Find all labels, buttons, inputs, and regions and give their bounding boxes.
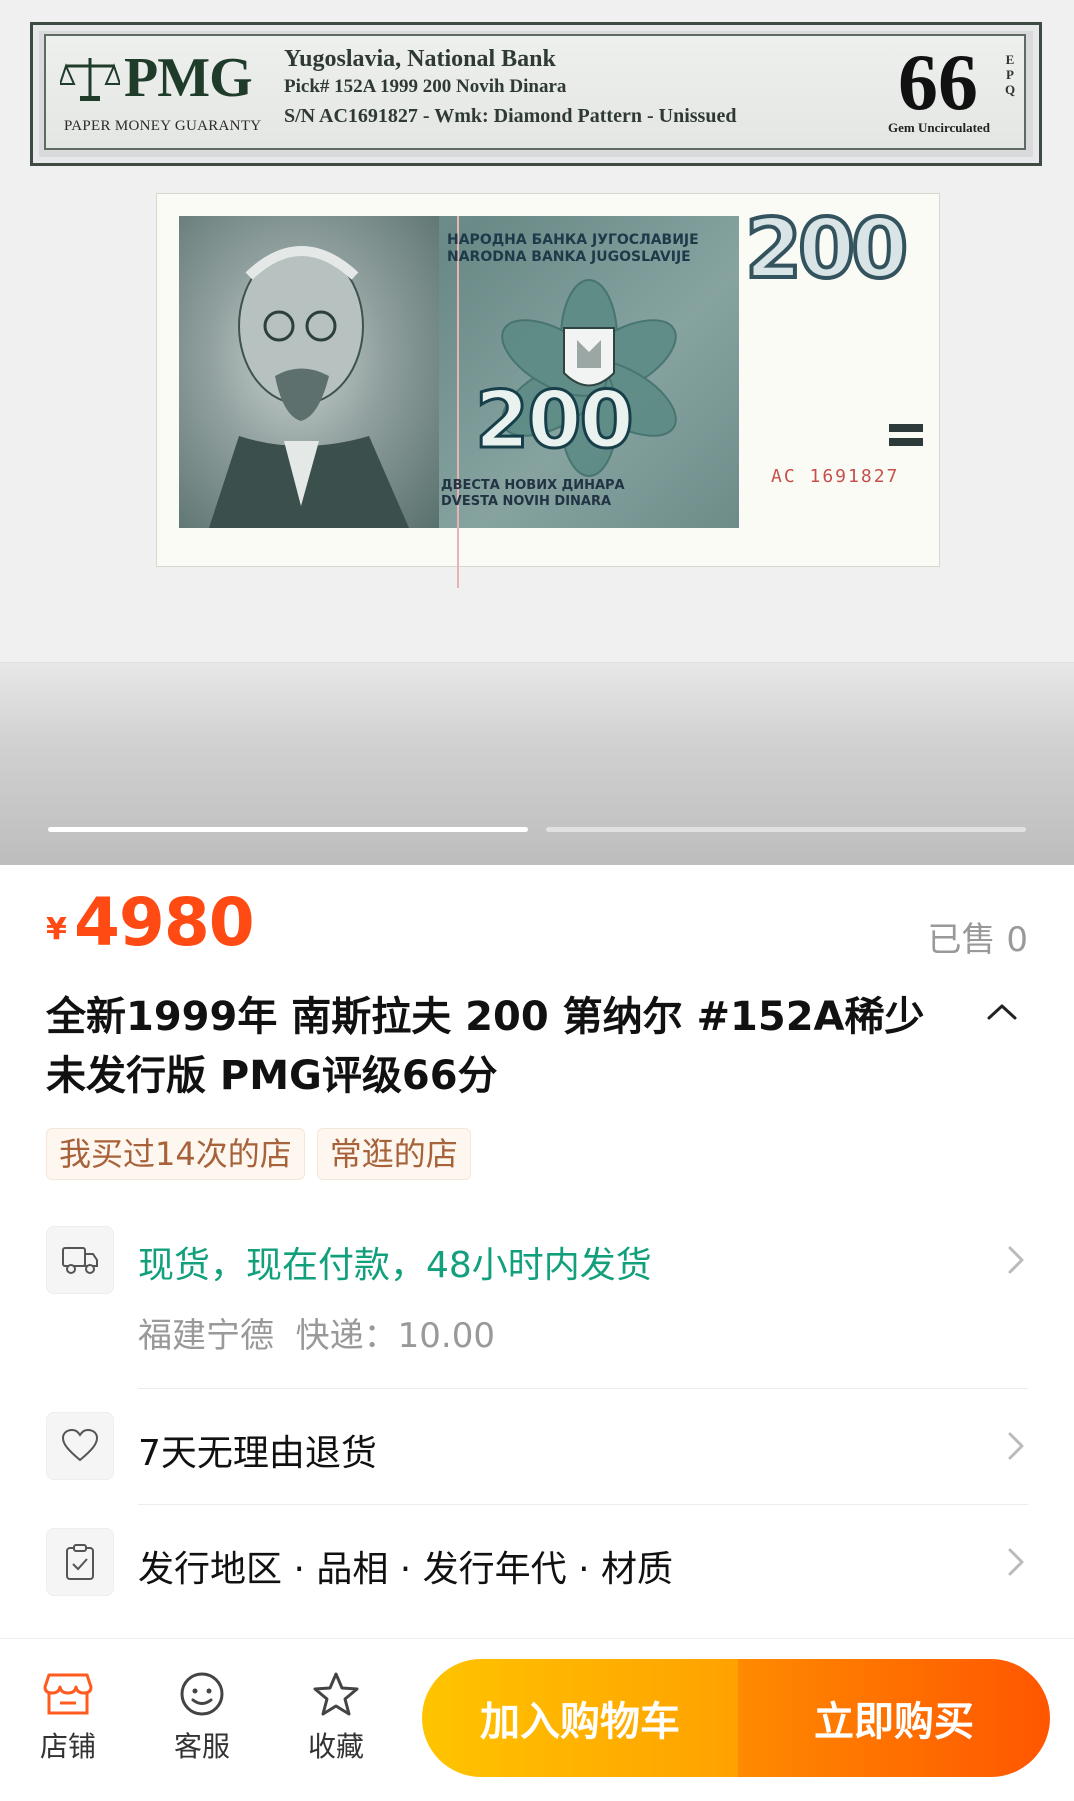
- pmg-logo: PMG: [124, 47, 253, 109]
- banknote-blind-bars: [889, 424, 923, 452]
- chevron-right-icon: [1008, 1548, 1024, 1576]
- bank-name-latin: NARODNA BANKA JUGOSLAVIJE: [447, 249, 691, 265]
- favorite-button[interactable]: 收藏: [286, 1671, 386, 1765]
- purchase-buttons: 加入购物车 立即购买: [422, 1659, 1050, 1777]
- product-title: 全新1999年 南斯拉夫 200 第纳尔 #152A稀少未发行版 PMG评级66…: [46, 994, 925, 1099]
- divider: [138, 1504, 1028, 1505]
- pmg-guarantee-text: PAPER MONEY GUARANTY: [64, 118, 262, 134]
- price: 4980: [74, 884, 255, 961]
- banknote-security-thread: [457, 216, 459, 588]
- shipping-status: 现货，现在付款，48小时内发货: [138, 1245, 652, 1286]
- banknote-center-denomination: 200: [474, 375, 636, 468]
- params-summary: 发行地区 · 品相 · 发行年代 · 材质: [138, 1549, 673, 1590]
- banknote-image: НАРОДНА БАНКА ЈУГОСЛАВИЈЕ NARODNA BANKA …: [156, 193, 940, 588]
- truck-icon: [46, 1226, 114, 1294]
- label-line-serial: S/N AC1691827 - Wmk: Diamond Pattern - U…: [284, 105, 737, 127]
- portrait-figure-icon: [209, 246, 409, 528]
- chevron-right-icon: [1008, 1246, 1024, 1274]
- grade-suffix-letter: Q: [1004, 82, 1016, 97]
- gallery-indicator-2[interactable]: [546, 827, 1026, 832]
- pmg-scale-icon: [60, 58, 120, 101]
- pmg-label-text: Yugoslavia, National Bank Pick# 152A 199…: [284, 44, 736, 132]
- chevron-up-icon[interactable]: [985, 1000, 1019, 1024]
- words-cyrillic: ДВЕСТА НОВИХ ДИНАРА: [441, 478, 625, 493]
- grade-suffix: EPQ: [1004, 52, 1016, 97]
- banknote-serial: AC 1691827: [771, 466, 900, 487]
- bank-name-cyrillic: НАРОДНА БАНКА ЈУГОСЛАВИЈЕ: [447, 232, 699, 248]
- grade-suffix-letter: E: [1005, 52, 1015, 67]
- chevron-right-icon: [1008, 1432, 1024, 1460]
- clipboard-icon: [46, 1528, 114, 1596]
- customer-service-button[interactable]: 客服: [152, 1671, 252, 1765]
- params-row[interactable]: 发行地区 · 品相 · 发行年代 · 材质: [46, 1526, 1028, 1596]
- label-line-country: Yugoslavia, National Bank: [284, 46, 556, 72]
- pmg-label: PMG PAPER MONEY GUARANTY Yugoslavia, Nat…: [44, 34, 1026, 150]
- favorite-label: 收藏: [307, 1730, 364, 1763]
- returns-row[interactable]: 7天无理由退货: [46, 1410, 1028, 1480]
- grade-number: 66: [898, 39, 978, 127]
- banknote-portrait: [179, 216, 439, 528]
- words-latin: DVESTA NOVIH DINARA: [441, 494, 612, 509]
- banknote-denomination-words: ДВЕСТА НОВИХ ДИНАРА DVESTA NOVIH DINARA: [441, 478, 625, 510]
- banknote-bank-name: НАРОДНА БАНКА ЈУГОСЛАВИЈЕ NARODNA BANKA …: [447, 232, 699, 266]
- shipping-row[interactable]: 现货，现在付款，48小时内发货 福建宁德 快递：10.00: [46, 1222, 1028, 1356]
- tag-bought-times: 我买过14次的店: [46, 1128, 305, 1180]
- divider: [138, 1388, 1028, 1389]
- tag-frequent-shop: 常逛的店: [316, 1128, 471, 1180]
- banknote-corner-denomination: 200: [743, 200, 910, 299]
- shop-label: 店铺: [39, 1730, 96, 1763]
- grade-description: Gem Uncirculated: [888, 120, 990, 135]
- pmg-slab-photo: PMG PAPER MONEY GUARANTY Yugoslavia, Nat…: [0, 0, 1074, 663]
- grade-suffix-letter: P: [1006, 67, 1014, 82]
- price-currency: ¥: [46, 912, 67, 947]
- shop-tags: 我买过14次的店 常逛的店: [46, 1128, 471, 1180]
- gallery-indicator-1[interactable]: [48, 827, 528, 832]
- product-image-gallery[interactable]: PMG PAPER MONEY GUARANTY Yugoslavia, Nat…: [0, 0, 1074, 865]
- shop-icon: [43, 1673, 93, 1715]
- star-icon: [313, 1672, 359, 1716]
- heart-icon: [46, 1412, 114, 1480]
- label-line-pick: Pick# 152A 1999 200 Novih Dinara: [284, 76, 567, 97]
- shop-button[interactable]: 店铺: [18, 1671, 118, 1765]
- customer-service-label: 客服: [173, 1730, 230, 1763]
- shipping-origin: 福建宁德: [138, 1316, 274, 1356]
- buy-now-button[interactable]: 立即购买: [738, 1659, 1050, 1777]
- bottom-action-bar: 店铺 客服 收藏 加入购物车 立即购买: [0, 1638, 1074, 1801]
- grade-epq: EPQ: [1004, 52, 1016, 97]
- sold-count: 已售 0: [927, 920, 1028, 960]
- smile-icon: [180, 1672, 224, 1716]
- shipping-fee: 快递：10.00: [295, 1316, 495, 1356]
- add-to-cart-button[interactable]: 加入购物车: [422, 1659, 738, 1777]
- banknote-print: НАРОДНА БАНКА ЈУГОСЛАВИЈЕ NARODNA BANKA …: [179, 216, 739, 588]
- shipping-detail: 福建宁德 快递：10.00: [138, 1308, 495, 1357]
- returns-policy: 7天无理由退货: [138, 1433, 377, 1474]
